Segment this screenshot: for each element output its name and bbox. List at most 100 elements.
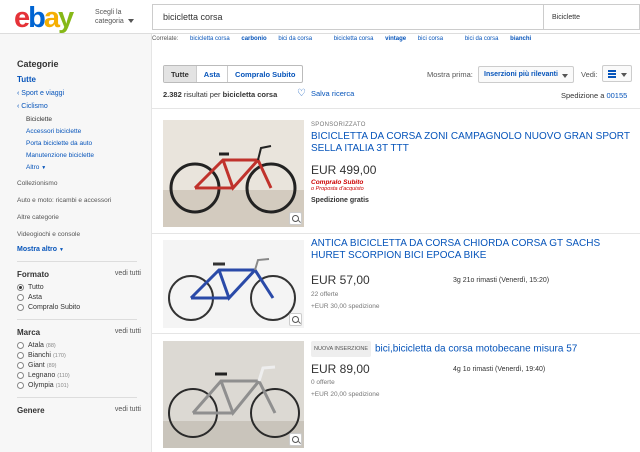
zoom-icon[interactable] [289, 313, 302, 326]
brand-option[interactable]: Giant (89) [17, 362, 151, 369]
related-searches: Correlate: bicicletta corsa carbonio bic… [152, 36, 640, 50]
related-link[interactable]: bici da corsa bianchi [465, 36, 531, 42]
related-link[interactable]: bici corsa [418, 36, 453, 42]
divider [17, 397, 137, 398]
listing-title-row: NUOVA INSERZIONE bici,bicicletta da corsa… [311, 341, 636, 357]
brand-option[interactable]: Legnano (110) [17, 372, 151, 379]
listing-title[interactable]: bici,bicicletta da corsa motobecane misu… [375, 344, 577, 355]
listing-price: EUR 57,00 [311, 273, 370, 287]
brand-option[interactable]: Atala (88) [17, 342, 151, 349]
format-tabs: Tutte Asta Compralo Subito [163, 65, 304, 83]
listing-image[interactable] [163, 341, 304, 448]
category-item[interactable]: Videogiochi e console [17, 231, 151, 238]
listing-image[interactable] [163, 240, 304, 328]
brand-option[interactable]: Olympia (101) [17, 382, 151, 389]
brand-facet-header: Marca vedi tutti [17, 328, 141, 337]
related-link[interactable]: bicicletta corsa vintage [334, 36, 406, 42]
listing-title[interactable]: ANTICA BICICLETTA DA CORSA CHIORDA CORSA… [311, 238, 636, 262]
divider [152, 108, 640, 109]
sort-dropdown[interactable]: Inserzioni più rilevanti [478, 66, 574, 83]
listing-time-left: 4g 1o rimasti (Venerdì, 19:40) [453, 366, 546, 373]
zoom-icon[interactable] [289, 433, 302, 446]
category-all[interactable]: Tutte [17, 75, 151, 84]
new-listing-badge: NUOVA INSERZIONE [311, 341, 371, 357]
listing-item: NUOVA INSERZIONE bici,bicicletta da corsa… [163, 341, 640, 449]
view-toggle[interactable] [602, 65, 632, 82]
gender-facet-header: Genere vedi tutti [17, 406, 141, 415]
category-selector[interactable]: Scegli la categoria [95, 8, 145, 26]
checkbox-icon [17, 352, 24, 359]
category-item[interactable]: Altre categorie [17, 214, 151, 221]
subcategory-item[interactable]: Biciclette [17, 116, 151, 123]
chevron-down-icon [127, 19, 134, 24]
format-option-auction[interactable]: Asta [17, 294, 151, 301]
save-search-link[interactable]: ♡ Salva ricerca [297, 88, 354, 99]
format-option-all[interactable]: Tutto [17, 284, 151, 291]
gender-see-all[interactable]: vedi tutti [115, 406, 141, 415]
related-link[interactable]: bicicletta corsa carbonio [190, 36, 267, 42]
list-view-icon [608, 70, 616, 78]
sidebar: Categorie Tutte ‹ Sport e viaggi ‹ Cicli… [0, 34, 152, 452]
subcategory-item[interactable]: Manutenzione biciclette [17, 152, 151, 159]
shipping-location: Spedizione a 00155 [561, 91, 628, 100]
radio-icon [17, 304, 24, 311]
category-parent[interactable]: ‹ Sport e viaggi [17, 90, 151, 97]
listing-time-left: 3g 21o rimasti (Venerdì, 15:20) [453, 277, 550, 284]
brand-see-all[interactable]: vedi tutti [115, 328, 141, 337]
radio-icon [17, 284, 24, 291]
brand-option[interactable]: Bianchi (170) [17, 352, 151, 359]
listing-offers: 22 offerte [311, 291, 339, 298]
bike-photo [163, 120, 304, 227]
listing-item: ANTICA BICICLETTA DA CORSA CHIORDA CORSA… [163, 238, 640, 328]
subcategory-item[interactable]: Accessori biciclette [17, 128, 151, 135]
chevron-down-icon [562, 74, 568, 78]
view-label: Vedi: [581, 70, 598, 79]
listing-price: EUR 89,00 [311, 362, 370, 376]
listing-title[interactable]: BICICLETTA DA CORSA ZONI CAMPAGNOLO NUOV… [311, 131, 636, 155]
ebay-logo[interactable]: ebay [14, 2, 74, 35]
tab-auction[interactable]: Asta [197, 66, 229, 82]
chevron-down-icon: ▼ [41, 165, 47, 171]
divider [152, 333, 640, 334]
heart-icon: ♡ [297, 88, 306, 99]
divider [17, 319, 137, 320]
checkbox-icon [17, 382, 24, 389]
bike-photo [163, 240, 304, 328]
format-facet-header: Formato vedi tutti [17, 270, 141, 279]
category-item[interactable]: Auto e moto: ricambi e accessori [17, 197, 151, 204]
listing-item: SPONSORIZZATO BICICLETTA DA CORSA ZONI C… [163, 120, 640, 228]
categories-heading: Categorie [17, 59, 59, 69]
listing-shipping: +EUR 30,00 spedizione [311, 303, 380, 310]
zoom-icon[interactable] [289, 212, 302, 225]
format-see-all[interactable]: vedi tutti [115, 270, 141, 279]
tab-all[interactable]: Tutte [164, 66, 197, 82]
subcategory-item[interactable]: Porta biciclette da auto [17, 140, 151, 147]
radio-icon [17, 294, 24, 301]
listing-shipping: Spedizione gratis [311, 197, 369, 204]
search-input[interactable] [153, 5, 543, 29]
checkbox-icon [17, 342, 24, 349]
results-count: 2.382 risultati per bicicletta corsa [163, 90, 278, 99]
show-more-link[interactable]: Mostra altro ▼ [17, 246, 151, 253]
listing-shipping: +EUR 20,00 spedizione [311, 391, 380, 398]
listing-offers: 0 offerte [311, 379, 335, 386]
chevron-down-icon: ▼ [59, 247, 64, 253]
listing-image[interactable] [163, 120, 304, 227]
sponsored-label: SPONSORIZZATO [311, 122, 366, 128]
buy-now-badge: Compralo Subito o Proposta d'acquisto [311, 179, 364, 192]
chevron-down-icon [621, 73, 627, 77]
sort-label: Mostra prima: [427, 70, 473, 79]
format-option-buy-now[interactable]: Compralo Subito [17, 304, 151, 311]
search-category-select[interactable]: Biciclette [544, 4, 640, 30]
checkbox-icon [17, 362, 24, 369]
related-link[interactable]: bici da corsa [278, 36, 322, 42]
header: ebay Scegli la categoria Biciclette [0, 0, 640, 34]
tab-buy-now[interactable]: Compralo Subito [228, 66, 302, 82]
category-item[interactable]: Collezionismo [17, 180, 151, 187]
category-current[interactable]: ‹ Ciclismo [17, 103, 151, 110]
subcategory-more[interactable]: Altro ▼ [17, 164, 151, 171]
search-box [152, 4, 544, 30]
zip-link[interactable]: 00155 [606, 91, 627, 100]
bike-photo [163, 341, 304, 448]
listing-price: EUR 499,00 [311, 163, 377, 177]
